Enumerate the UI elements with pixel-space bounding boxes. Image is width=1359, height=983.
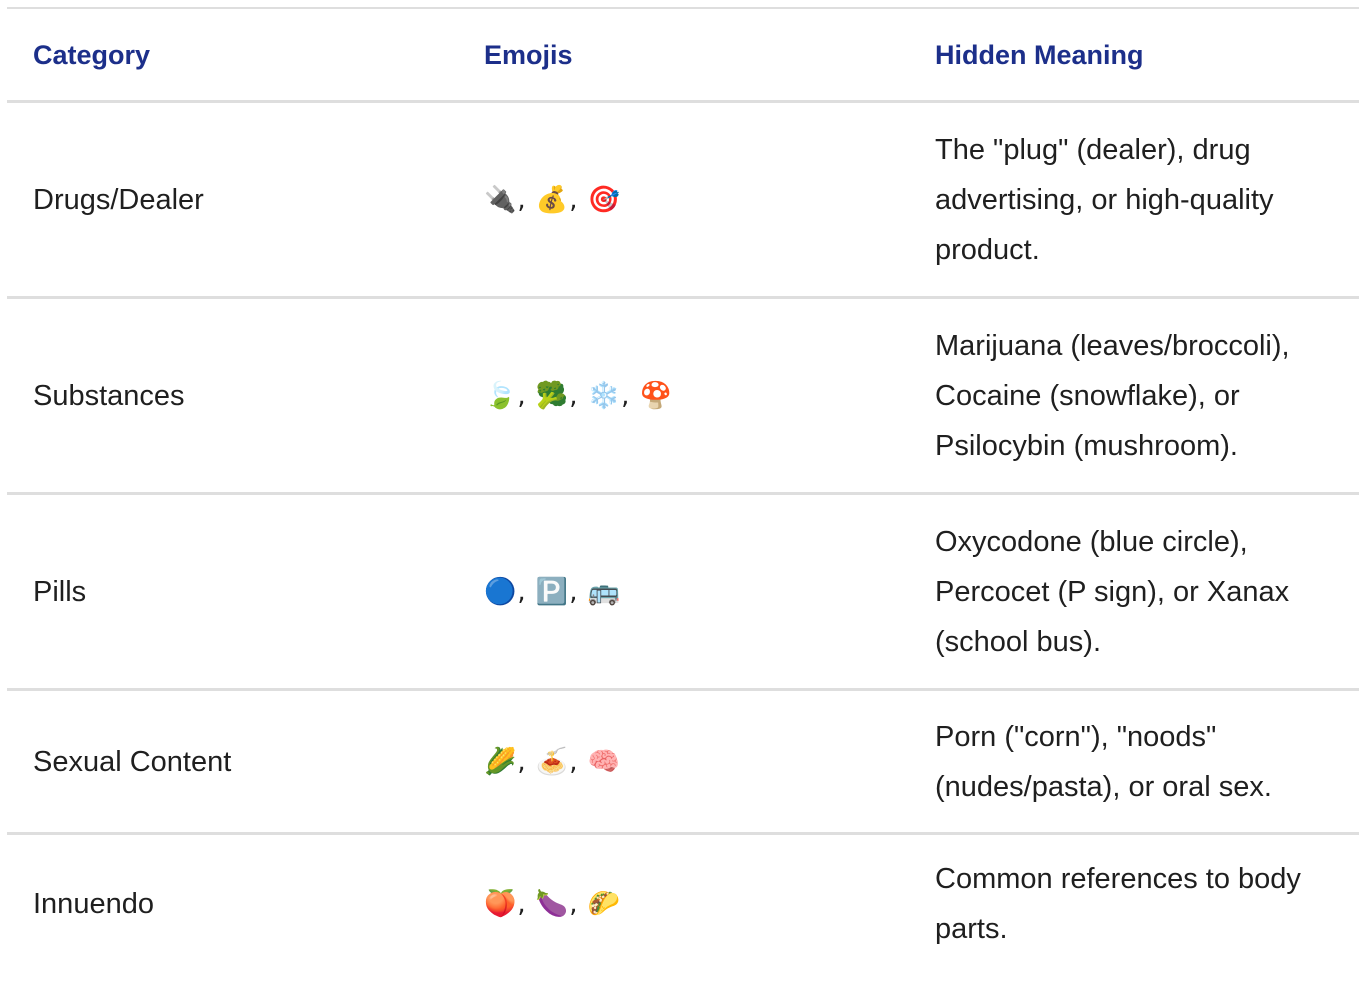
table-row: Sexual Content 🌽, 🍝, 🧠 Porn ("corn"), "n… [7,691,1359,835]
header-emojis: Emojis [484,39,573,70]
meaning-cell: Oxycodone (blue circle), Percocet (P sig… [935,525,1290,658]
table-row: Innuendo 🍑, 🍆, 🌮 Common references to bo… [7,835,1359,973]
header-category: Category [33,39,151,70]
table-row: Pills 🔵, 🅿️, 🚌 Oxycodone (blue circle), … [7,495,1359,691]
category-cell: Innuendo [33,888,154,920]
meaning-cell: The "plug" (dealer), drug advertising, o… [935,133,1274,266]
emojis-cell: 🌽, 🍝, 🧠 [484,746,622,777]
header-hidden-meaning: Hidden Meaning [935,39,1144,70]
emojis-cell: 🍑, 🍆, 🌮 [484,889,622,919]
meaning-cell: Common references to body parts. [935,863,1301,945]
meaning-cell: Marijuana (leaves/broccoli), Cocaine (sn… [935,329,1290,462]
category-cell: Drugs/Dealer [33,183,204,216]
table-header-row: Category Emojis Hidden Meaning [7,7,1359,103]
table-row: Substances 🍃, 🥦, ❄️, 🍄 Marijuana (leaves… [7,299,1359,495]
emojis-cell: 🍃, 🥦, ❄️, 🍄 [484,380,674,411]
category-cell: Substances [33,379,185,412]
emojis-cell: 🔵, 🅿️, 🚌 [484,576,622,607]
category-cell: Pills [33,575,87,608]
category-cell: Sexual Content [33,745,232,778]
meaning-cell: Porn ("corn"), "noods" (nudes/pasta), or… [935,720,1272,803]
emoji-meaning-table: Category Emojis Hidden Meaning Drugs/Dea… [7,7,1359,973]
emojis-cell: 🔌, 💰, 🎯 [484,184,622,215]
table-row: Drugs/Dealer 🔌, 💰, 🎯 The "plug" (dealer)… [7,103,1359,299]
